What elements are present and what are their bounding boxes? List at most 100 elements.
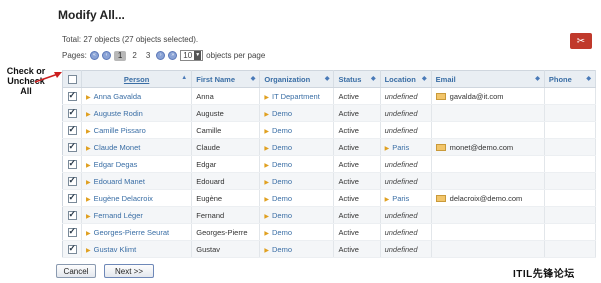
bullet-icon: ▶: [384, 145, 390, 152]
tools-button[interactable]: ✂: [570, 33, 592, 49]
email-cell: [431, 121, 545, 139]
first-name: Auguste: [196, 108, 224, 118]
sort-icon: ◆: [422, 76, 427, 82]
bullet-icon: ▶: [86, 94, 91, 101]
total-objects-text: Total: 27 objects (27 objects selected).: [62, 35, 199, 44]
row-checkbox[interactable]: [67, 209, 77, 220]
prev-page-icon[interactable]: ‹: [101, 51, 111, 60]
current-page: 1: [113, 50, 127, 61]
table-row[interactable]: ▶Edgar DegasEdgar▶DemoActiveundefined: [62, 155, 597, 173]
row-checkbox[interactable]: [67, 175, 77, 186]
per-page-select[interactable]: 10 ▼: [180, 50, 204, 61]
table-row[interactable]: ▶Fernand LégerFernand▶DemoActiveundefine…: [62, 206, 597, 224]
select-all-checkbox[interactable]: [67, 74, 77, 84]
first-name-cell: Claude: [191, 138, 261, 156]
location-cell: undefined: [380, 172, 432, 190]
next-button[interactable]: Next >>: [104, 264, 154, 278]
location: undefined: [384, 227, 418, 237]
organization-link[interactable]: Demo: [272, 245, 292, 254]
first-name-cell: Camille: [191, 121, 261, 139]
email-cell: [431, 172, 545, 190]
person-link[interactable]: Auguste Rodin: [94, 109, 143, 118]
first-name: Gustav: [196, 244, 220, 254]
column-header-location[interactable]: Location ◆: [380, 70, 432, 88]
table-row[interactable]: ▶Georges-Pierre SeuratGeorges-Pierre▶Dem…: [62, 223, 597, 241]
person-link[interactable]: Camille Pissaro: [94, 126, 146, 135]
row-checkbox[interactable]: [67, 141, 77, 152]
phone-cell: [544, 189, 597, 207]
person-link[interactable]: Gustav Klimt: [94, 245, 137, 254]
column-label: Organization: [264, 74, 311, 84]
row-checkbox[interactable]: [67, 226, 77, 237]
table-row[interactable]: ▶Auguste RodinAuguste▶DemoActiveundefine…: [62, 104, 597, 122]
column-header-status[interactable]: Status ◆: [333, 70, 381, 88]
bullet-icon: ▶: [86, 247, 91, 254]
organization-link[interactable]: Demo: [272, 194, 292, 203]
bullet-icon: ▶: [264, 145, 269, 152]
location-link-cell: ▶ Paris: [380, 138, 432, 156]
column-header-organization[interactable]: Organization ◆: [259, 70, 335, 88]
last-page-icon[interactable]: »: [168, 51, 178, 60]
status: Active: [338, 108, 359, 118]
person-link[interactable]: Fernand Léger: [94, 211, 143, 220]
location-link[interactable]: Paris: [392, 194, 409, 203]
location-cell: undefined: [380, 206, 432, 224]
organization-link-cell: ▶ Demo: [259, 104, 335, 122]
phone-cell: [544, 206, 597, 224]
phone-cell: [544, 87, 597, 105]
person-link[interactable]: Eugène Delacroix: [94, 194, 153, 203]
organization-link[interactable]: Demo: [272, 160, 292, 169]
table-row[interactable]: ▶Anna GavaldaAnna▶IT DepartmentActiveund…: [62, 87, 597, 105]
sort-icon: ◆: [324, 76, 330, 82]
first-page-icon[interactable]: «: [89, 51, 99, 60]
location-cell: undefined: [380, 155, 432, 173]
row-checkbox[interactable]: [67, 192, 77, 203]
row-checkbox[interactable]: [67, 90, 77, 101]
row-checkbox[interactable]: [67, 243, 77, 254]
column-header-email[interactable]: Email ◆: [431, 70, 545, 88]
person-link[interactable]: Edgar Degas: [94, 160, 138, 169]
table-header-row: Person ▲ First Name ◆ Organization ◆ Sta…: [62, 70, 597, 88]
organization-link-cell: ▶ Demo: [259, 155, 335, 173]
person-link[interactable]: Georges-Pierre Seurat: [94, 228, 169, 237]
organization-link[interactable]: Demo: [272, 177, 292, 186]
location-cell: undefined: [380, 223, 432, 241]
organization-link-cell: ▶ Demo: [259, 189, 335, 207]
page-link-3[interactable]: 3: [143, 51, 153, 60]
column-header-first-name[interactable]: First Name ◆: [191, 70, 261, 88]
tools-icon: ✂: [576, 35, 586, 47]
row-checkbox[interactable]: [67, 124, 77, 135]
table-row[interactable]: ▶Edouard ManetEdouard▶DemoActiveundefine…: [62, 172, 597, 190]
table-row[interactable]: ▶Gustav KlimtGustav▶DemoActiveundefined: [62, 240, 597, 258]
table-row[interactable]: ▶Eugène DelacroixEugène▶DemoActive▶Paris…: [62, 189, 597, 207]
callout-arrow-icon: [34, 72, 62, 83]
person-link[interactable]: Claude Monet: [94, 143, 141, 152]
next-page-icon[interactable]: ›: [156, 51, 166, 60]
organization-link[interactable]: Demo: [272, 228, 292, 237]
phone-cell: [544, 172, 597, 190]
bullet-icon: ▶: [264, 162, 269, 169]
organization-link[interactable]: IT Department: [272, 92, 320, 101]
table-row[interactable]: ▶Claude MonetClaude▶DemoActive▶Parismone…: [62, 138, 597, 156]
first-name: Edouard: [196, 176, 225, 186]
status-cell: Active: [333, 104, 381, 122]
column-header-phone[interactable]: Phone ◆: [544, 70, 597, 88]
row-checkbox[interactable]: [67, 158, 77, 169]
column-label: Email: [435, 74, 456, 84]
organization-link[interactable]: Demo: [272, 109, 292, 118]
row-checkbox[interactable]: [67, 107, 77, 118]
watermark: ITIL先锋论坛: [513, 269, 575, 280]
organization-link[interactable]: Demo: [272, 211, 292, 220]
organization-link-cell: ▶ Demo: [259, 206, 335, 224]
person-link[interactable]: Edouard Manet: [94, 177, 145, 186]
status-cell: Active: [333, 223, 381, 241]
person-link[interactable]: Anna Gavalda: [94, 92, 142, 101]
table-row[interactable]: ▶Camille PissaroCamille▶DemoActiveundefi…: [62, 121, 597, 139]
status-cell: Active: [333, 121, 381, 139]
page-link-2[interactable]: 2: [129, 51, 139, 60]
organization-link[interactable]: Demo: [272, 143, 292, 152]
cancel-button[interactable]: Cancel: [56, 264, 96, 278]
organization-link[interactable]: Demo: [272, 126, 292, 135]
location-link[interactable]: Paris: [392, 143, 409, 152]
column-header-person[interactable]: Person ▲: [81, 70, 193, 88]
